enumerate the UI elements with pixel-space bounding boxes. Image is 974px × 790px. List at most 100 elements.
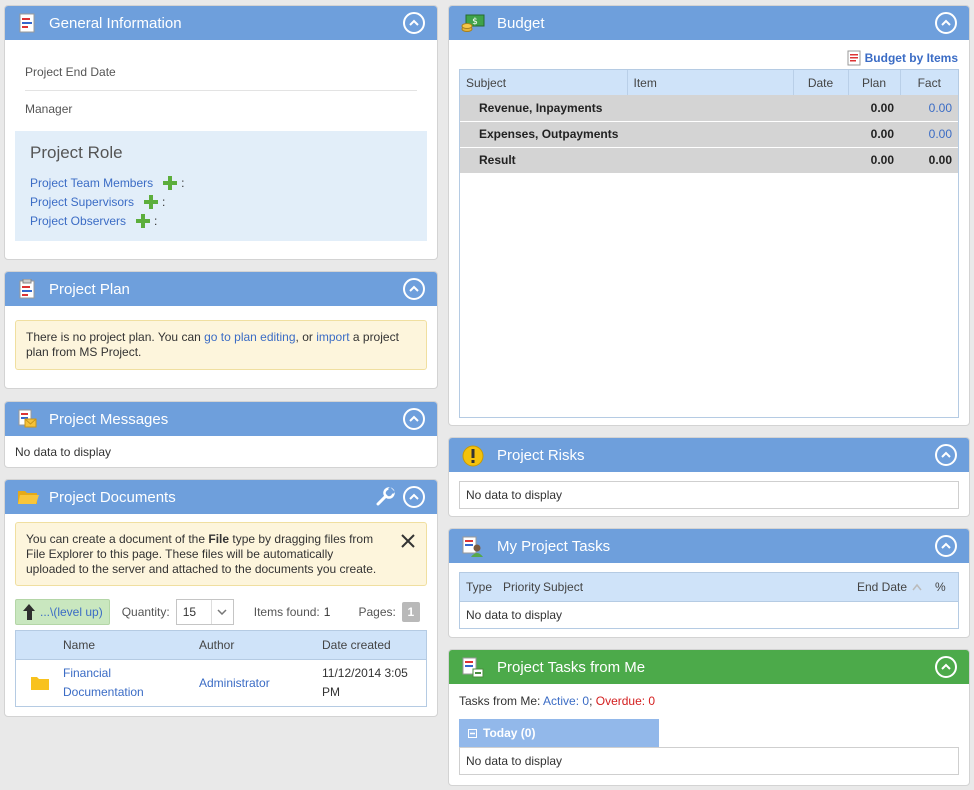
budget-date <box>793 121 848 148</box>
document-author-link[interactable]: Administrator <box>199 676 322 690</box>
column-header-end-date[interactable]: End Date <box>857 580 907 594</box>
column-header-fact[interactable]: Fact <box>900 70 958 95</box>
go-to-plan-editing-link[interactable]: go to plan editing <box>204 330 295 344</box>
tasks-summary: Tasks from Me: Active: 0; Overdue: 0 <box>449 684 969 716</box>
project-plan-header: Project Plan <box>5 272 437 306</box>
table-row: Result 0.00 0.00 <box>460 147 958 174</box>
project-end-date-label: Project End Date <box>25 65 116 79</box>
add-icon[interactable] <box>136 213 151 228</box>
empty-message: No data to display <box>466 488 563 502</box>
today-group-header[interactable]: Today (0) <box>459 719 659 747</box>
project-messages-panel: Project Messages No data to display <box>4 401 438 468</box>
document-date-created: 11/12/2014 3:05 PM <box>322 666 408 699</box>
task-delegate-icon <box>461 657 485 678</box>
settings-wrench-icon[interactable] <box>375 486 396 507</box>
column-header-author[interactable]: Author <box>199 638 322 652</box>
budget-by-items-link[interactable]: Budget by Items <box>449 40 969 67</box>
role-suffix: : <box>162 194 166 209</box>
collapse-group-icon[interactable] <box>468 728 477 738</box>
column-header-percent[interactable]: % <box>935 580 946 594</box>
document-name-link[interactable]: Financial Documentation <box>63 664 199 702</box>
budget-fact: 0.00 <box>900 147 958 174</box>
no-plan-notice: There is no project plan. You can go to … <box>15 320 427 370</box>
project-tasks-from-me-panel: Project Tasks from Me Tasks from Me: Act… <box>448 649 970 786</box>
quantity-label: Quantity: <box>121 605 170 619</box>
documents-toolbar: ...\(level up) Quantity: 15 Items found:… <box>15 598 427 626</box>
collapse-button[interactable] <box>935 535 957 557</box>
budget-plan: 0.00 <box>848 147 900 174</box>
money-icon: $ <box>461 13 485 33</box>
panel-title: Project Tasks from Me <box>497 658 646 676</box>
page-1-button[interactable]: 1 <box>401 602 420 622</box>
add-icon[interactable] <box>163 175 178 190</box>
project-risks-header: Project Risks <box>449 438 969 472</box>
svg-text:$: $ <box>472 17 478 27</box>
panel-title: Budget <box>497 14 545 32</box>
project-team-members-link[interactable]: Project Team Members <box>30 176 153 190</box>
documents-table: Name Author Date created Financial Docum… <box>15 630 427 707</box>
collapse-button[interactable] <box>935 12 957 34</box>
budget-by-items-label: Budget by Items <box>864 51 958 65</box>
drag-files-notice: You can create a document of the File ty… <box>15 522 427 586</box>
level-up-label: ...\(level up) <box>40 605 103 619</box>
budget-subject: Expenses, Outpayments <box>460 121 627 148</box>
sort-ascending-icon[interactable] <box>912 583 922 591</box>
notice-text: You can create a document of the <box>26 532 209 546</box>
quantity-select[interactable]: 15 <box>175 599 234 625</box>
budget-fact[interactable]: 0.00 <box>900 95 958 122</box>
collapse-button[interactable] <box>403 278 425 300</box>
role-row-supervisors: Project Supervisors : <box>30 192 412 211</box>
report-icon <box>847 50 861 66</box>
active-tasks-link[interactable]: Active: 0 <box>543 694 589 708</box>
budget-panel: $ Budget Budget by Items Subject Item Da… <box>448 5 970 426</box>
warning-icon <box>461 445 485 467</box>
empty-message: No data to display <box>15 445 112 459</box>
table-row[interactable]: Expenses, Outpayments 0.00 0.00 <box>460 121 958 148</box>
column-header-priority[interactable]: Priority <box>503 580 543 594</box>
column-header-type[interactable]: Type <box>466 580 503 594</box>
folder-icon <box>16 676 63 690</box>
column-header-plan[interactable]: Plan <box>848 70 901 95</box>
panel-title: Project Messages <box>49 410 169 428</box>
collapse-button[interactable] <box>403 12 425 34</box>
project-risks-panel: Project Risks No data to display <box>448 437 970 517</box>
column-header-name[interactable]: Name <box>63 638 199 652</box>
project-observers-link[interactable]: Project Observers <box>30 214 126 228</box>
role-row-team-members: Project Team Members : <box>30 173 412 192</box>
level-up-button[interactable]: ...\(level up) <box>15 599 110 625</box>
overdue-tasks-link[interactable]: Overdue: 0 <box>596 694 655 708</box>
column-header-item[interactable]: Item <box>627 70 794 95</box>
column-header-subject[interactable]: Subject <box>460 70 628 95</box>
level-up-arrow-icon <box>23 604 35 620</box>
risks-table: No data to display <box>459 481 959 509</box>
collapse-button[interactable] <box>403 408 425 430</box>
collapse-button[interactable] <box>935 656 957 678</box>
collapse-button[interactable] <box>935 444 957 466</box>
my-project-tasks-panel: My Project Tasks Type Priority Subject E… <box>448 528 970 638</box>
items-found-value: 1 <box>323 605 331 619</box>
budget-fact[interactable]: 0.00 <box>900 121 958 148</box>
column-header-date[interactable]: Date <box>793 70 849 95</box>
column-header-date-created[interactable]: Date created <box>322 638 391 652</box>
pages-label: Pages: <box>358 605 396 619</box>
empty-message: No data to display <box>466 608 563 622</box>
close-icon[interactable] <box>400 533 416 549</box>
separator: ; <box>589 694 596 708</box>
import-link[interactable]: import <box>316 330 349 344</box>
project-role-box: Project Role Project Team Members : Proj… <box>15 131 427 241</box>
project-role-title: Project Role <box>30 143 123 162</box>
role-suffix: : <box>181 175 185 190</box>
empty-message: No data to display <box>466 754 563 768</box>
chevron-down-icon <box>210 600 233 624</box>
table-row[interactable]: Revenue, Inpayments 0.00 0.00 <box>460 95 958 122</box>
role-suffix: : <box>154 213 158 228</box>
budget-subject: Revenue, Inpayments <box>460 95 627 122</box>
collapse-button[interactable] <box>403 486 425 508</box>
project-supervisors-link[interactable]: Project Supervisors <box>30 195 134 209</box>
add-icon[interactable] <box>144 194 159 209</box>
column-header-subject[interactable]: Subject <box>543 580 857 594</box>
budget-plan: 0.00 <box>848 121 900 148</box>
budget-date <box>793 95 848 122</box>
budget-item <box>627 147 793 174</box>
table-row[interactable]: Financial Documentation Administrator 11… <box>16 660 426 706</box>
